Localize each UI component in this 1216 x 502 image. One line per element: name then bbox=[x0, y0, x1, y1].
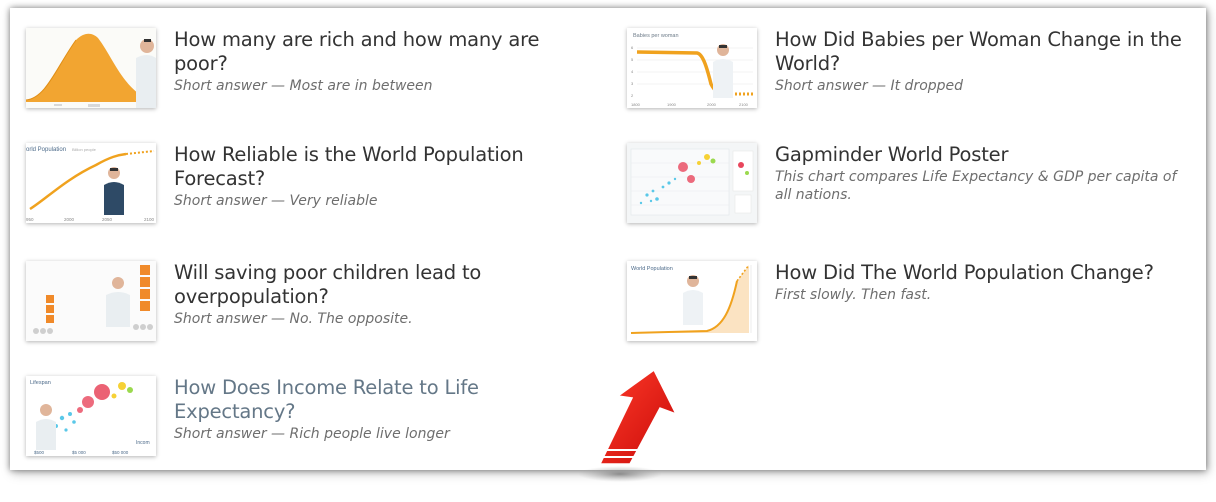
article-title[interactable]: How many are rich and how many are poor? bbox=[174, 28, 584, 76]
thumb-tick: $5 000 bbox=[72, 450, 86, 455]
article-subtitle: Short answer — Very reliable bbox=[174, 193, 378, 209]
lifespan-bubble-chart-thumbnail[interactable]: Lifespan Incom $500 $5 000 $50 000 bbox=[26, 376, 156, 456]
article-title[interactable]: Gapminder World Poster bbox=[775, 143, 1195, 167]
presenter-boxes-thumbnail[interactable] bbox=[26, 261, 156, 341]
article-title[interactable]: How Did Babies per Woman Change in the W… bbox=[775, 28, 1195, 76]
article-item[interactable]: Will saving poor children lead to overpo… bbox=[26, 261, 584, 341]
article-subtitle: Short answer — No. The opposite. bbox=[174, 311, 413, 327]
thumb-tick: 2000 bbox=[64, 217, 75, 222]
bubble-poster-thumbnail[interactable] bbox=[627, 143, 757, 223]
red-arrow-icon bbox=[578, 370, 678, 482]
article-item[interactable]: How many are rich and how many are poor?… bbox=[26, 28, 584, 108]
thumb-tick: 1800 bbox=[631, 102, 641, 107]
article-subtitle: This chart compares Life Expectancy & GD… bbox=[775, 169, 1177, 203]
article-subtitle: Short answer — Rich people live longer bbox=[174, 426, 450, 442]
article-title[interactable]: How Does Income Relate to Life Expectanc… bbox=[174, 376, 584, 424]
babies-per-woman-chart-thumbnail[interactable]: Babies per woman 65432 1800 1900 2000 21… bbox=[627, 28, 757, 108]
article-subtitle: Short answer — It dropped bbox=[775, 78, 964, 94]
article-title[interactable]: Will saving poor children lead to overpo… bbox=[174, 261, 584, 309]
article-title[interactable]: How Reliable is the World Population For… bbox=[174, 143, 584, 191]
thumb-tick: 1900 bbox=[667, 102, 677, 107]
article-item[interactable]: Lifespan Incom $500 $5 000 $50 000 How D… bbox=[26, 376, 584, 456]
thumb-chart-sublabel: Billion people bbox=[72, 147, 97, 152]
population-forecast-chart-thumbnail[interactable]: orld Population Billion people 950 2000 … bbox=[26, 143, 156, 223]
thumb-tick: $50 000 bbox=[112, 450, 129, 455]
thumb-chart-label: orld Population bbox=[26, 147, 66, 153]
thumb-axis-label: Incom bbox=[136, 440, 150, 446]
thumb-chart-label: World Population bbox=[631, 266, 673, 272]
thumb-tick: 2100 bbox=[739, 102, 749, 107]
article-title[interactable]: How Did The World Population Change? bbox=[775, 261, 1195, 285]
income-mountain-thumbnail[interactable] bbox=[26, 28, 156, 108]
article-subtitle: Short answer — Most are in between bbox=[174, 78, 433, 94]
thumb-chart-label: Babies per woman bbox=[633, 33, 679, 39]
thumb-tick: 950 bbox=[26, 217, 34, 222]
article-item[interactable]: Babies per woman 65432 1800 1900 2000 21… bbox=[627, 28, 1195, 108]
article-item[interactable]: Gapminder World Poster This chart compar… bbox=[627, 143, 1195, 223]
thumb-tick: 2000 bbox=[707, 102, 717, 107]
world-population-chart-thumbnail[interactable]: World Population bbox=[627, 261, 757, 341]
article-item[interactable]: orld Population Billion people 950 2000 … bbox=[26, 143, 584, 223]
thumb-tick: $500 bbox=[34, 450, 45, 455]
thumb-tick: 2050 bbox=[102, 217, 113, 222]
article-subtitle: First slowly. Then fast. bbox=[775, 287, 932, 303]
thumb-chart-label: Lifespan bbox=[30, 380, 51, 386]
thumb-tick: 2100 bbox=[144, 217, 155, 222]
article-item[interactable]: World Population How Did The World Popul… bbox=[627, 261, 1195, 341]
